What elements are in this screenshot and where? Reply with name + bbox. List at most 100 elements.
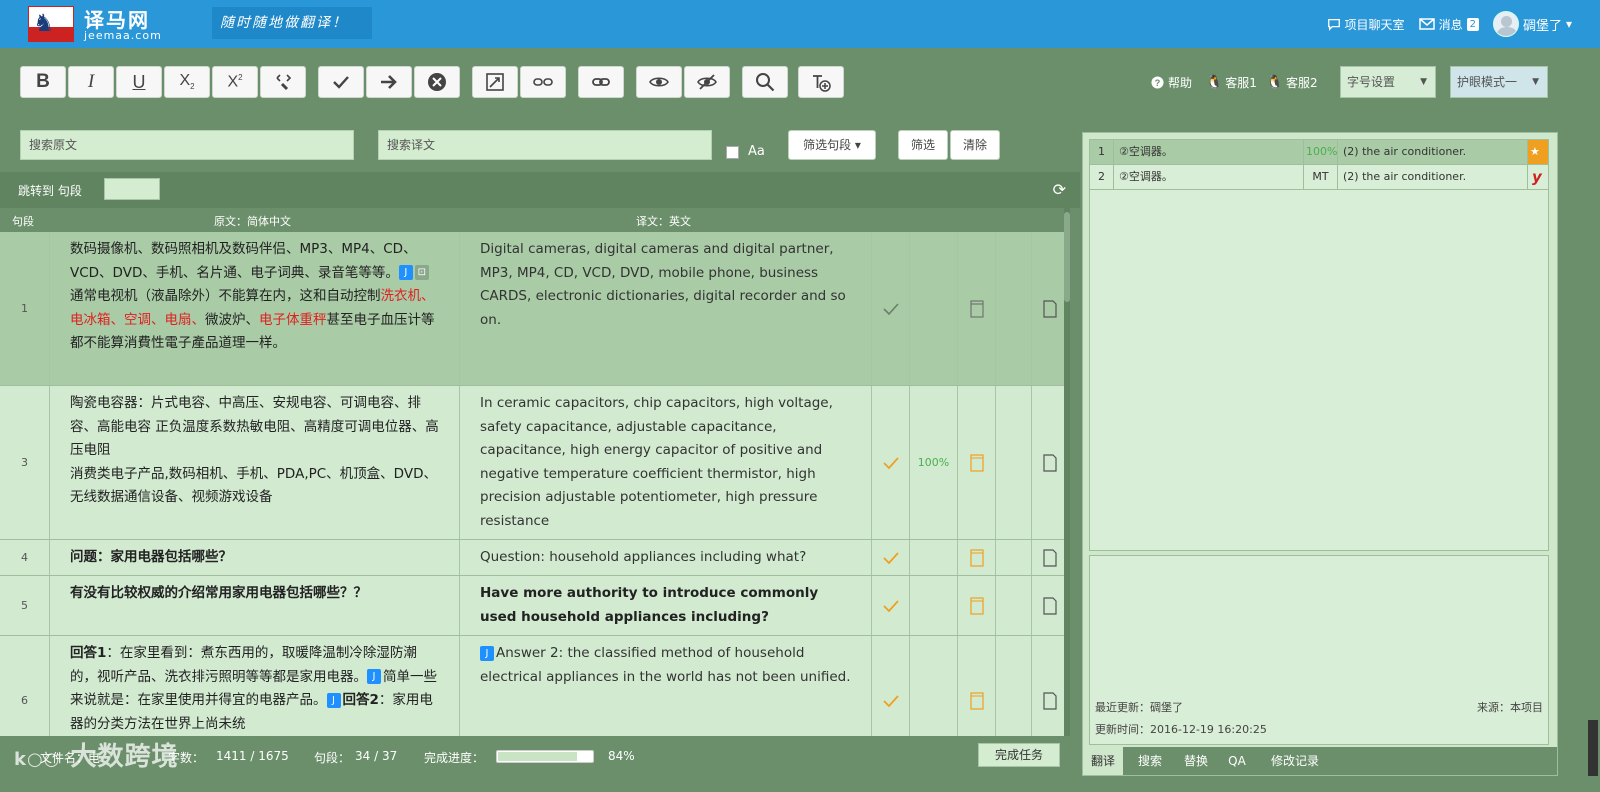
filter-button[interactable]: 筛选 — [898, 130, 948, 160]
tag-j: J — [398, 265, 413, 280]
copy-source-button[interactable] — [472, 66, 518, 98]
segment-extra — [996, 232, 1032, 385]
note-button[interactable] — [958, 576, 996, 635]
segment-target[interactable]: Digital cameras, digital cameras and dig… — [460, 232, 872, 385]
note-button[interactable] — [958, 386, 996, 539]
confirm-status[interactable] — [872, 636, 910, 736]
match-percent — [910, 540, 958, 575]
jump-row: 跳转到 句段 ⟳ — [0, 172, 1080, 208]
tag-j: J — [326, 692, 341, 708]
note-button[interactable] — [958, 232, 996, 385]
last-update: 最近更新：碉堡了 — [1095, 701, 1183, 714]
add-term-button[interactable] — [798, 66, 844, 98]
segment-row[interactable]: 1 数码摄像机、数码照相机及数码伴侣、MP3、MP4、CD、VCD、DVD、手机… — [0, 232, 1068, 386]
confirm-status[interactable] — [872, 576, 910, 635]
right-panel-tabs: 翻译 搜索 替换 QA 修改记录 — [1083, 747, 1557, 775]
underline-button[interactable]: U — [116, 66, 162, 98]
messages-label: 消息 — [1438, 17, 1463, 32]
segment-row[interactable]: 6 回答1：在家里看到：煮东西用的，取暖降温制冷除湿防潮的，视听产品、洗衣排污照… — [0, 636, 1068, 736]
avatar — [1492, 11, 1519, 37]
tm-no: 1 — [1090, 140, 1114, 164]
tm-row[interactable]: 2 ②空调器。 MT (2) the air conditioner. y — [1090, 165, 1548, 190]
help-link[interactable]: ? 帮助 — [1151, 74, 1192, 91]
link-button[interactable] — [578, 66, 624, 98]
search-button[interactable] — [742, 66, 788, 98]
filter-segments-dropdown[interactable]: 筛选句段 ▾ — [788, 130, 876, 160]
search-source-input[interactable]: 搜索原文 — [20, 130, 354, 160]
term-highlight[interactable]: 电子体重秤 — [259, 312, 327, 328]
progress-bar — [496, 750, 594, 763]
confirm-button[interactable] — [318, 66, 364, 98]
segment-target[interactable]: Question: household appliances including… — [460, 540, 872, 575]
segment-table-header: 句段 原文：简体中文 译文：英文 — [0, 208, 1068, 232]
eye-mode-select[interactable]: 护眼模式一 ▼ — [1450, 66, 1548, 98]
segment-target[interactable]: Have more authority to introduce commonl… — [460, 576, 872, 635]
reject-button[interactable] — [414, 66, 460, 98]
comment-button[interactable] — [1032, 232, 1068, 385]
tm-match: MT — [1304, 165, 1338, 189]
watermark-icon: k○○ — [14, 749, 61, 770]
confirm-status[interactable] — [872, 386, 910, 539]
bold-button[interactable]: B — [20, 66, 66, 98]
segment-extra — [996, 540, 1032, 575]
merge-button[interactable] — [520, 66, 566, 98]
tm-row[interactable]: 1 ②空调器。 100% (2) the air conditioner. ★ — [1090, 140, 1548, 165]
logo[interactable]: ♞ 译马网 jeemaa.com — [28, 4, 178, 44]
segment-row[interactable]: 5 有没有比较权威的介绍常用家用电器包括哪些？？ Have more autho… — [0, 576, 1068, 636]
tm-match-table: 1 ②空调器。 100% (2) the air conditioner. ★ … — [1089, 139, 1549, 551]
subscript-button[interactable]: X2 — [164, 66, 210, 98]
tab-search[interactable]: 搜索 — [1129, 747, 1171, 775]
jump-segment-input[interactable] — [104, 178, 160, 200]
case-sensitive-checkbox[interactable] — [726, 146, 739, 159]
show-tags-button[interactable] — [636, 66, 682, 98]
superscript-button[interactable]: X2 — [212, 66, 258, 98]
clear-button[interactable]: 清除 — [950, 130, 1000, 160]
segment-row[interactable]: 3 陶瓷电容器：片式电容、中高压、安规电容、可调电容、排容、高能电容 正负温度系… — [0, 386, 1068, 540]
check-icon — [882, 694, 899, 707]
font-size-select[interactable]: 字号设置 ▼ — [1340, 66, 1436, 98]
tab-replace[interactable]: 替换 — [1175, 747, 1217, 775]
tab-qa[interactable]: QA — [1219, 747, 1255, 775]
confirm-status[interactable] — [872, 540, 910, 575]
segment-target[interactable]: J Answer 2: the classified method of hous… — [460, 636, 872, 736]
next-button[interactable] — [366, 66, 412, 98]
source-text: 微波炉、 — [205, 311, 259, 328]
segment-row[interactable]: 4 问题：家用电器包括哪些？ Question: household appli… — [0, 540, 1068, 576]
messages-link[interactable]: 消息 2 — [1418, 16, 1479, 33]
comment-button[interactable] — [1032, 576, 1068, 635]
segment-extra — [996, 386, 1032, 539]
target-text: Answer 2: the classified method of house… — [480, 645, 851, 685]
font-size-select-value: 字号设置 — [1347, 75, 1396, 89]
source-text: ：在家里看到：煮东西用的，取暖降温制冷除湿防潮的，视听产品、洗衣排污照明等等都是… — [70, 645, 417, 685]
finish-task-button[interactable]: 完成任务 — [978, 743, 1060, 767]
tm-meta: 最近更新：碉堡了 来源：本项目 更新时间：2016-12-19 16:20:25 — [1089, 693, 1549, 745]
service1-link[interactable]: 🐧 客服1 — [1206, 74, 1257, 91]
qq-icon: 🐧 — [1266, 74, 1284, 90]
chat-room-link[interactable]: 项目聊天室 — [1327, 16, 1405, 33]
segment-target[interactable]: In ceramic capacitors, chip capacitors, … — [460, 386, 872, 539]
segment-scrollbar[interactable] — [1064, 208, 1070, 736]
jump-label: 跳转到 句段 — [18, 184, 82, 198]
search-target-input[interactable]: 搜索译文 — [378, 130, 712, 160]
refresh-icon[interactable]: ⟳ — [1053, 180, 1066, 199]
star-icon[interactable]: ★ — [1528, 140, 1548, 164]
service2-label: 客服2 — [1286, 75, 1318, 90]
page-scrollbar[interactable] — [1588, 720, 1598, 776]
comment-button[interactable] — [1032, 386, 1068, 539]
segment-table: 1 数码摄像机、数码照相机及数码伴侣、MP3、MP4、CD、VCD、DVD、手机… — [0, 232, 1068, 736]
confirm-status[interactable] — [872, 232, 910, 385]
comment-button[interactable] — [1032, 540, 1068, 575]
note-button[interactable] — [958, 540, 996, 575]
tab-translate[interactable]: 翻译 — [1083, 747, 1123, 775]
hide-tags-button[interactable] — [684, 66, 730, 98]
svg-text:?: ? — [1155, 77, 1161, 87]
youdao-logo-icon[interactable]: y — [1528, 165, 1548, 189]
user-menu[interactable]: 碉堡了 ▾ — [1492, 11, 1572, 37]
note-button[interactable] — [958, 636, 996, 736]
underline-icon: U — [132, 71, 146, 92]
tab-revision-history[interactable]: 修改记录 — [1261, 747, 1329, 775]
comment-button[interactable] — [1032, 636, 1068, 736]
clear-format-button[interactable] — [260, 66, 306, 98]
service2-link[interactable]: 🐧 客服2 — [1267, 74, 1318, 91]
italic-button[interactable]: I — [68, 66, 114, 98]
